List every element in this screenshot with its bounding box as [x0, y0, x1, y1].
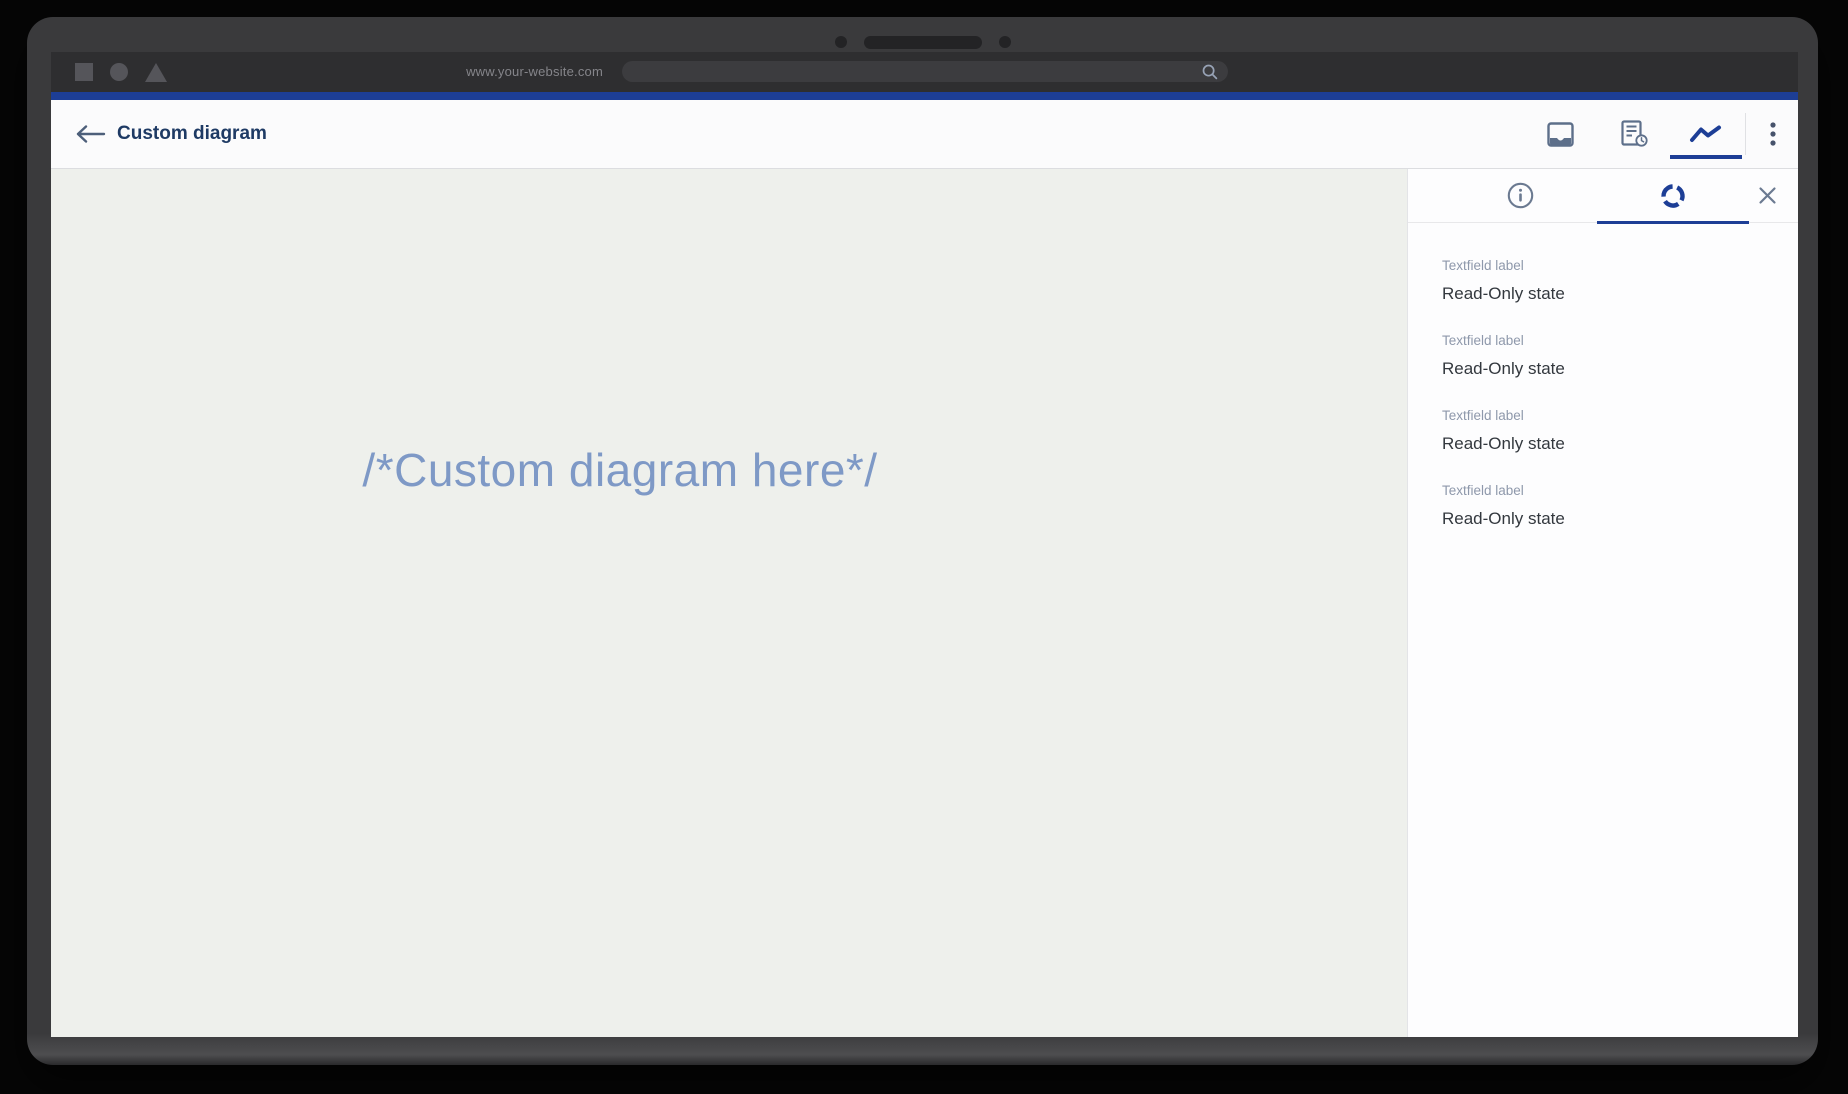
speaker-bar-icon	[864, 36, 982, 49]
field-group: Textfield label Read-Only state	[1442, 333, 1768, 379]
close-icon	[1758, 186, 1777, 205]
window-square-icon[interactable]	[75, 63, 93, 81]
diagram-placeholder-text: /*Custom diagram here*/	[362, 443, 877, 497]
field-value: Read-Only state	[1442, 284, 1768, 304]
window-triangle-icon[interactable]	[145, 63, 167, 82]
image-view-button[interactable]	[1536, 100, 1584, 168]
more-menu-button[interactable]	[1747, 100, 1798, 168]
field-group: Textfield label Read-Only state	[1442, 408, 1768, 454]
accent-bar	[51, 92, 1798, 100]
active-tab-underline	[1597, 221, 1750, 224]
camera-dot-icon	[835, 36, 847, 48]
field-value: Read-Only state	[1442, 509, 1768, 529]
bezel-decoration	[27, 30, 1818, 54]
browser-chrome: www.your-website.com	[51, 52, 1798, 92]
close-sidebar-button[interactable]	[1749, 178, 1785, 214]
field-list: Textfield label Read-Only state Textfiel…	[1408, 223, 1798, 558]
field-value: Read-Only state	[1442, 359, 1768, 379]
tab-donut-chart[interactable]	[1597, 169, 1750, 223]
search-icon	[1201, 63, 1219, 81]
report-history-icon	[1619, 120, 1649, 148]
page-title: Custom diagram	[117, 100, 267, 168]
field-label: Textfield label	[1442, 483, 1768, 498]
active-tab-underline	[1670, 155, 1742, 159]
kebab-menu-icon	[1769, 121, 1777, 147]
device-frame: www.your-website.com	[27, 17, 1818, 1065]
back-arrow-icon	[73, 123, 107, 145]
image-icon	[1547, 122, 1574, 147]
window-circle-icon[interactable]	[110, 63, 128, 81]
app-header: Custom diagram	[51, 100, 1798, 169]
header-divider	[1745, 113, 1746, 155]
field-group: Textfield label Read-Only state	[1442, 258, 1768, 304]
diagram-canvas[interactable]: /*Custom diagram here*/	[51, 169, 1407, 1037]
field-group: Textfield label Read-Only state	[1442, 483, 1768, 529]
sidebar-tabbar	[1408, 169, 1798, 223]
header-actions	[1536, 100, 1798, 168]
field-label: Textfield label	[1442, 408, 1768, 423]
trend-chart-button[interactable]	[1668, 100, 1744, 168]
main-row: /*Custom diagram here*/	[51, 169, 1798, 1037]
field-label: Textfield label	[1442, 333, 1768, 348]
url-label: www.your-website.com	[466, 52, 603, 92]
field-value: Read-Only state	[1442, 434, 1768, 454]
info-icon	[1507, 182, 1534, 209]
donut-chart-icon	[1659, 182, 1687, 210]
search-input[interactable]	[622, 61, 1228, 82]
window-controls	[75, 52, 167, 92]
field-label: Textfield label	[1442, 258, 1768, 273]
details-sidebar: Textfield label Read-Only state Textfiel…	[1407, 169, 1798, 1037]
tab-info[interactable]	[1444, 169, 1597, 223]
report-history-button[interactable]	[1610, 100, 1658, 168]
camera-dot-icon	[999, 36, 1011, 48]
back-button[interactable]	[69, 114, 111, 154]
browser-window: www.your-website.com	[51, 52, 1798, 1037]
trend-chart-icon	[1688, 123, 1724, 145]
